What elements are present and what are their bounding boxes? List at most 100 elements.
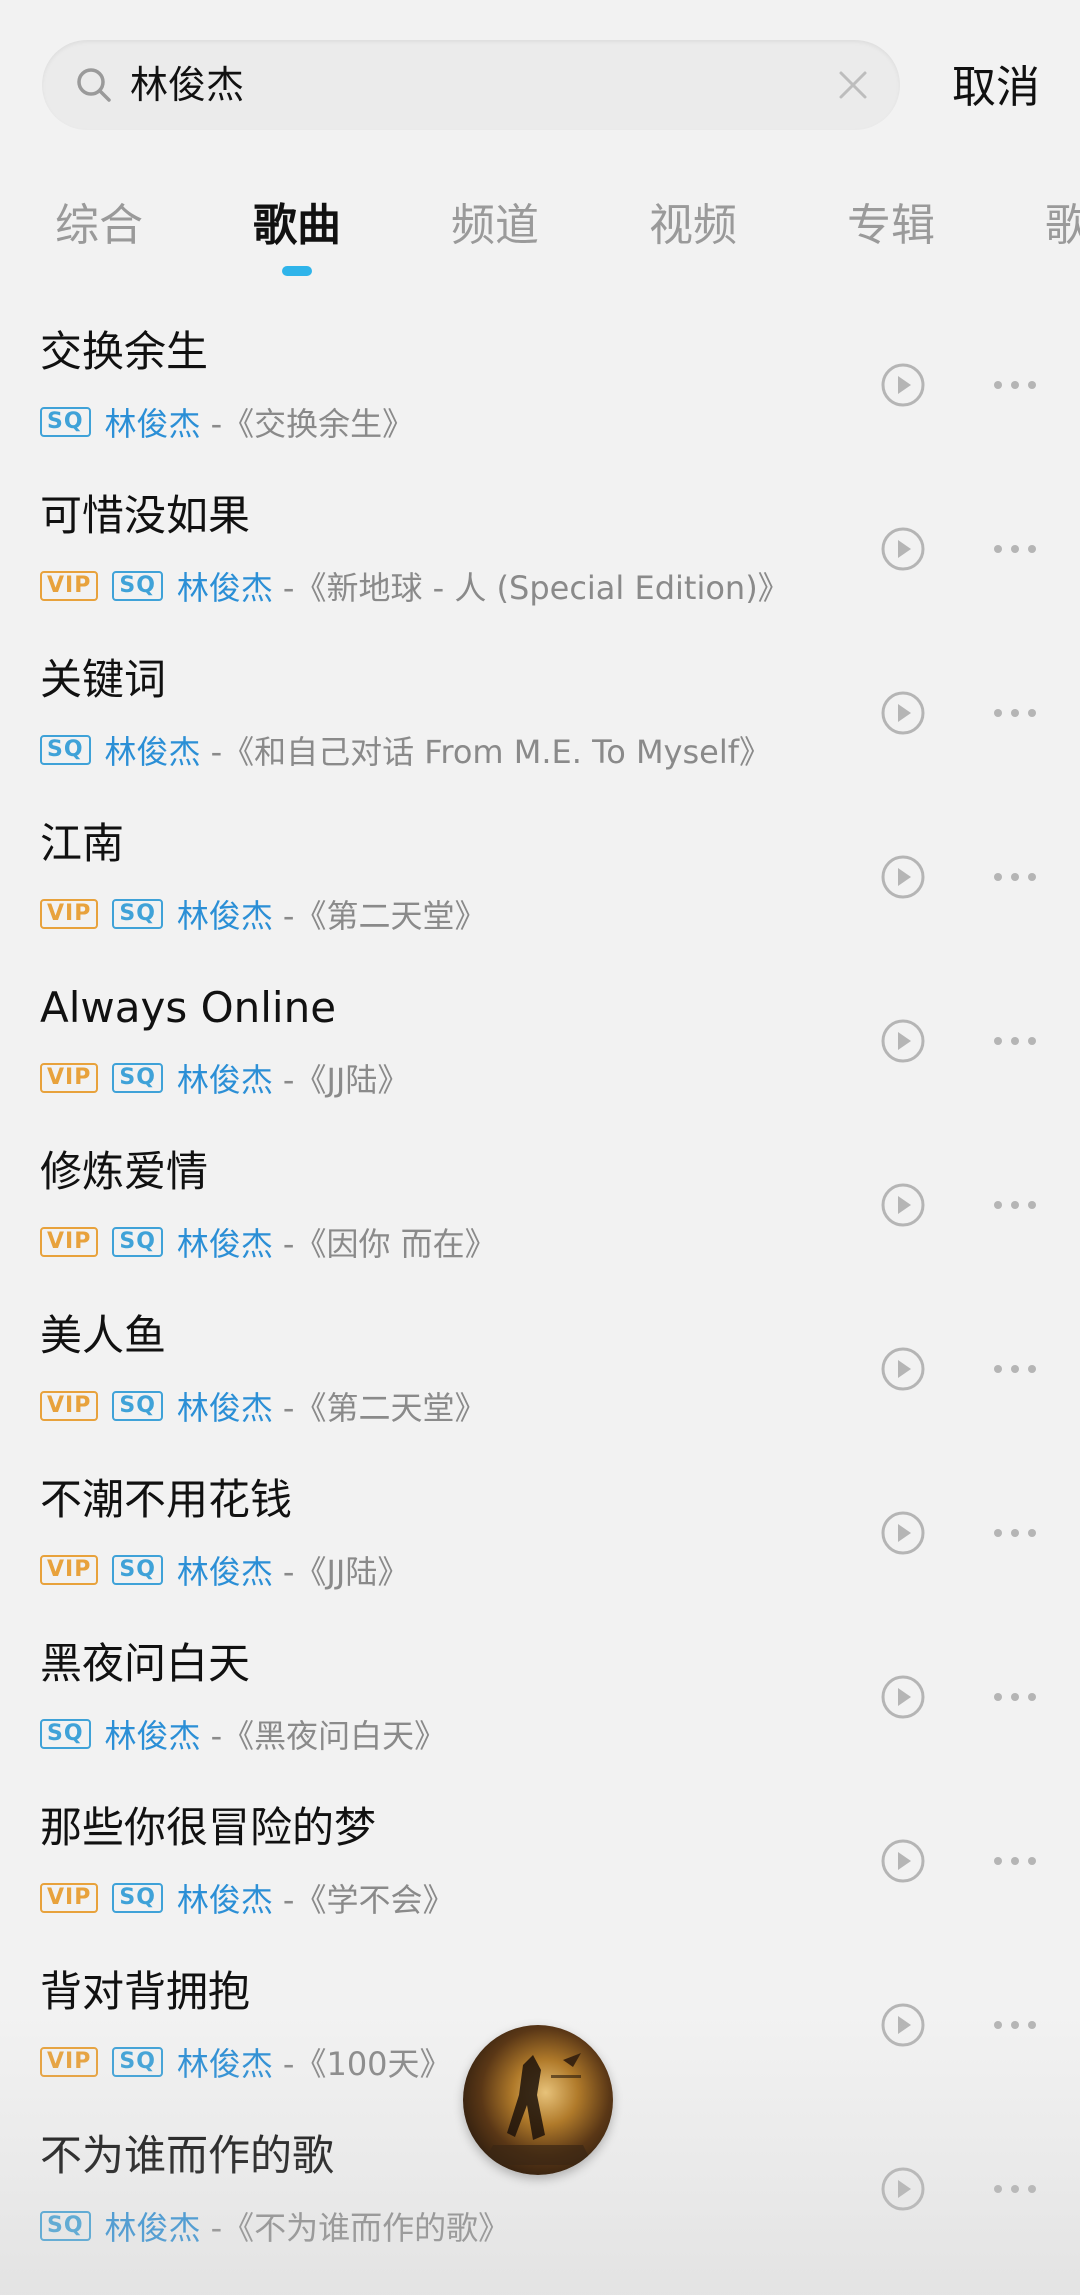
more-dots-icon[interactable] bbox=[990, 2010, 1040, 2040]
song-meta: VIP SQ 林俊杰 -《第二天堂》 bbox=[40, 892, 486, 936]
song-row[interactable]: 那些你很冒险的梦 VIP SQ 林俊杰 -《学不会》 bbox=[0, 1786, 1080, 1950]
song-artist-link[interactable]: 林俊杰 bbox=[177, 563, 273, 609]
sq-badge: SQ bbox=[40, 2211, 91, 2241]
more-dots-icon[interactable] bbox=[990, 370, 1040, 400]
tab-channels[interactable]: 频道 bbox=[451, 196, 539, 256]
cancel-button[interactable]: 取消 bbox=[952, 58, 1040, 118]
play-circle-icon[interactable] bbox=[878, 524, 928, 574]
sq-badge: SQ bbox=[112, 1883, 163, 1913]
sq-badge: SQ bbox=[112, 1063, 163, 1093]
vip-badge: VIP bbox=[40, 1227, 99, 1257]
tab-active-indicator bbox=[282, 266, 312, 276]
song-title: 美人鱼 bbox=[40, 1311, 167, 1360]
song-row[interactable]: 江南 VIP SQ 林俊杰 -《第二天堂》 bbox=[0, 802, 1080, 966]
song-meta: VIP SQ 林俊杰 -《100天》 bbox=[40, 2040, 452, 2084]
sq-badge: SQ bbox=[112, 1555, 163, 1585]
song-artist-link[interactable]: 林俊杰 bbox=[177, 891, 273, 937]
more-dots-icon[interactable] bbox=[990, 1518, 1040, 1548]
play-circle-icon[interactable] bbox=[878, 688, 928, 738]
vip-badge: VIP bbox=[40, 1883, 99, 1913]
song-title: 交换余生 bbox=[40, 327, 209, 376]
song-title: 修炼爱情 bbox=[40, 1147, 209, 1196]
tab-more[interactable]: 歌 bbox=[1045, 196, 1080, 256]
vip-badge: VIP bbox=[40, 899, 99, 929]
song-meta: VIP SQ 林俊杰 -《JJ陆》 bbox=[40, 1548, 409, 1592]
vip-badge: VIP bbox=[40, 1555, 99, 1585]
song-album: -《第二天堂》 bbox=[282, 1389, 487, 1427]
search-bar[interactable] bbox=[42, 40, 900, 130]
play-circle-icon[interactable] bbox=[878, 1508, 928, 1558]
more-dots-icon[interactable] bbox=[990, 1846, 1040, 1876]
play-circle-icon[interactable] bbox=[878, 2000, 928, 2050]
song-title: 黑夜问白天 bbox=[40, 1639, 251, 1688]
play-circle-icon[interactable] bbox=[878, 1016, 928, 1066]
song-meta: SQ 林俊杰 -《黑夜问白天》 bbox=[40, 1712, 446, 1756]
song-row[interactable]: Always Online VIP SQ 林俊杰 -《JJ陆》 bbox=[0, 966, 1080, 1130]
song-album: -《JJ陆》 bbox=[282, 1553, 410, 1591]
search-input[interactable] bbox=[130, 40, 820, 130]
song-artist-link[interactable]: 林俊杰 bbox=[105, 727, 201, 773]
song-title: 江南 bbox=[40, 819, 125, 868]
more-dots-icon[interactable] bbox=[990, 1190, 1040, 1220]
song-row[interactable]: 关键词 SQ 林俊杰 -《和自己对话 From M.E. To Myself》 bbox=[0, 638, 1080, 802]
song-meta: VIP SQ 林俊杰 -《因你 而在》 bbox=[40, 1220, 497, 1264]
tab-videos[interactable]: 视频 bbox=[649, 196, 737, 256]
song-artist-link[interactable]: 林俊杰 bbox=[105, 399, 201, 445]
more-dots-icon[interactable] bbox=[990, 1682, 1040, 1712]
song-row[interactable]: 黑夜问白天 SQ 林俊杰 -《黑夜问白天》 bbox=[0, 1622, 1080, 1786]
tab-songs[interactable]: 歌曲 bbox=[253, 196, 341, 256]
song-title: Always Online bbox=[40, 983, 337, 1032]
song-title: 关键词 bbox=[40, 655, 167, 704]
vip-badge: VIP bbox=[40, 1063, 99, 1093]
now-playing-disc[interactable] bbox=[463, 2025, 613, 2175]
song-row[interactable]: 不潮不用花钱 VIP SQ 林俊杰 -《JJ陆》 bbox=[0, 1458, 1080, 1622]
play-circle-icon[interactable] bbox=[878, 360, 928, 410]
song-album: -《JJ陆》 bbox=[282, 1061, 410, 1099]
song-artist-link[interactable]: 林俊杰 bbox=[177, 1875, 273, 1921]
song-row[interactable]: 修炼爱情 VIP SQ 林俊杰 -《因你 而在》 bbox=[0, 1130, 1080, 1294]
song-artist-link[interactable]: 林俊杰 bbox=[105, 1711, 201, 1757]
vip-badge: VIP bbox=[40, 2047, 99, 2077]
play-circle-icon[interactable] bbox=[878, 1672, 928, 1722]
song-title: 不潮不用花钱 bbox=[40, 1475, 293, 1524]
song-row[interactable]: 交换余生 SQ 林俊杰 -《交换余生》 bbox=[0, 310, 1080, 474]
album-art-icon bbox=[483, 2053, 593, 2165]
sq-badge: SQ bbox=[40, 407, 91, 437]
play-circle-icon[interactable] bbox=[878, 852, 928, 902]
tab-all[interactable]: 综合 bbox=[55, 196, 143, 256]
play-circle-icon[interactable] bbox=[878, 2164, 928, 2214]
play-circle-icon[interactable] bbox=[878, 1344, 928, 1394]
play-circle-icon[interactable] bbox=[878, 1180, 928, 1230]
song-artist-link[interactable]: 林俊杰 bbox=[105, 2203, 201, 2249]
song-artist-link[interactable]: 林俊杰 bbox=[177, 1547, 273, 1593]
song-title: 那些你很冒险的梦 bbox=[40, 1803, 377, 1852]
more-dots-icon[interactable] bbox=[990, 534, 1040, 564]
play-circle-icon[interactable] bbox=[878, 1836, 928, 1886]
more-dots-icon[interactable] bbox=[990, 1354, 1040, 1384]
clear-icon[interactable] bbox=[836, 68, 870, 102]
song-meta: SQ 林俊杰 -《不为谁而作的歌》 bbox=[40, 2204, 510, 2248]
sq-badge: SQ bbox=[112, 1227, 163, 1257]
song-row[interactable]: 美人鱼 VIP SQ 林俊杰 -《第二天堂》 bbox=[0, 1294, 1080, 1458]
song-meta: SQ 林俊杰 -《交换余生》 bbox=[40, 400, 414, 444]
more-dots-icon[interactable] bbox=[990, 698, 1040, 728]
song-title: 可惜没如果 bbox=[40, 491, 251, 540]
more-dots-icon[interactable] bbox=[990, 2174, 1040, 2204]
song-album: -《学不会》 bbox=[282, 1881, 455, 1919]
song-album: -《不为谁而作的歌》 bbox=[210, 2209, 511, 2247]
vip-badge: VIP bbox=[40, 571, 99, 601]
song-title: 背对背拥抱 bbox=[40, 1967, 251, 2016]
more-dots-icon[interactable] bbox=[990, 862, 1040, 892]
song-artist-link[interactable]: 林俊杰 bbox=[177, 1055, 273, 1101]
song-artist-link[interactable]: 林俊杰 bbox=[177, 1219, 273, 1265]
more-dots-icon[interactable] bbox=[990, 1026, 1040, 1056]
sq-badge: SQ bbox=[112, 2047, 163, 2077]
vip-badge: VIP bbox=[40, 1391, 99, 1421]
song-artist-link[interactable]: 林俊杰 bbox=[177, 1383, 273, 1429]
song-album: -《第二天堂》 bbox=[282, 897, 487, 935]
song-album: -《和自己对话 From M.E. To Myself》 bbox=[210, 733, 772, 771]
song-album: -《因你 而在》 bbox=[282, 1225, 497, 1263]
tab-albums[interactable]: 专辑 bbox=[847, 196, 935, 256]
song-row[interactable]: 可惜没如果 VIP SQ 林俊杰 -《新地球 - 人 (Special Edition)… bbox=[0, 474, 1080, 638]
song-artist-link[interactable]: 林俊杰 bbox=[177, 2039, 273, 2085]
